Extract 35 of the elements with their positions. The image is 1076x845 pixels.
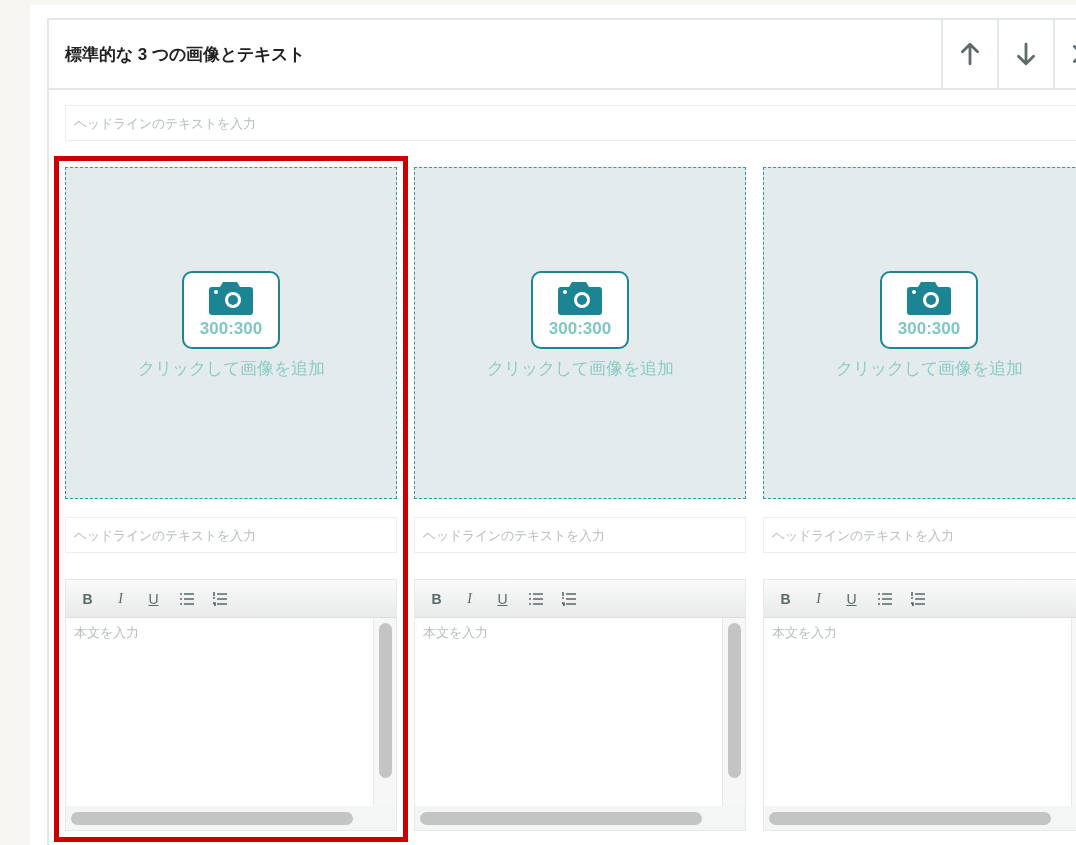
camera-icon (907, 280, 951, 315)
horizontal-scrollbar[interactable] (71, 811, 353, 825)
body-text-field[interactable]: 本文を入力 (415, 618, 722, 806)
underline-button[interactable]: U (838, 586, 865, 611)
horizontal-scrollbar[interactable] (769, 811, 1051, 825)
underline-button[interactable]: U (489, 586, 516, 611)
ratio-text: 300:300 (199, 318, 263, 339)
add-image-label: クリックして画像を追加 (835, 357, 1023, 380)
body-text-field[interactable]: 本文を入力 (764, 618, 1071, 806)
headline-field[interactable]: ヘッドラインのテキストを入力 (414, 517, 746, 553)
add-image-label: クリックして画像を追加 (486, 357, 674, 380)
bullet-list-icon (527, 591, 544, 606)
headline-field[interactable]: ヘッドラインのテキストを入力 (65, 105, 1076, 141)
bold-button[interactable]: B (423, 586, 450, 611)
numbered-list-icon (909, 591, 926, 606)
headline-field[interactable]: ヘッドラインのテキストを入力 (763, 517, 1076, 553)
bullet-list-icon (178, 591, 195, 606)
bold-button[interactable]: B (772, 586, 799, 611)
horizontal-scrollbar[interactable] (420, 811, 702, 825)
numbered-list-icon (211, 591, 228, 606)
underline-button[interactable]: U (140, 586, 167, 611)
italic-button[interactable]: I (456, 586, 483, 611)
camera-icon (558, 280, 602, 315)
bullet-list-icon (876, 591, 893, 606)
body-text-field[interactable]: 本文を入力 (66, 618, 373, 806)
block-title: 標準的な 3 つの画像とテキスト (64, 43, 306, 66)
ratio-text: 300:300 (897, 318, 961, 339)
camera-icon (209, 280, 253, 315)
add-image-label: クリックして画像を追加 (137, 357, 325, 380)
italic-button[interactable]: I (805, 586, 832, 611)
bold-button[interactable]: B (74, 586, 101, 611)
numbered-list-icon (560, 591, 577, 606)
ratio-text: 300:300 (548, 318, 612, 339)
italic-button[interactable]: I (107, 586, 134, 611)
headline-field[interactable]: ヘッドラインのテキストを入力 (65, 517, 397, 553)
